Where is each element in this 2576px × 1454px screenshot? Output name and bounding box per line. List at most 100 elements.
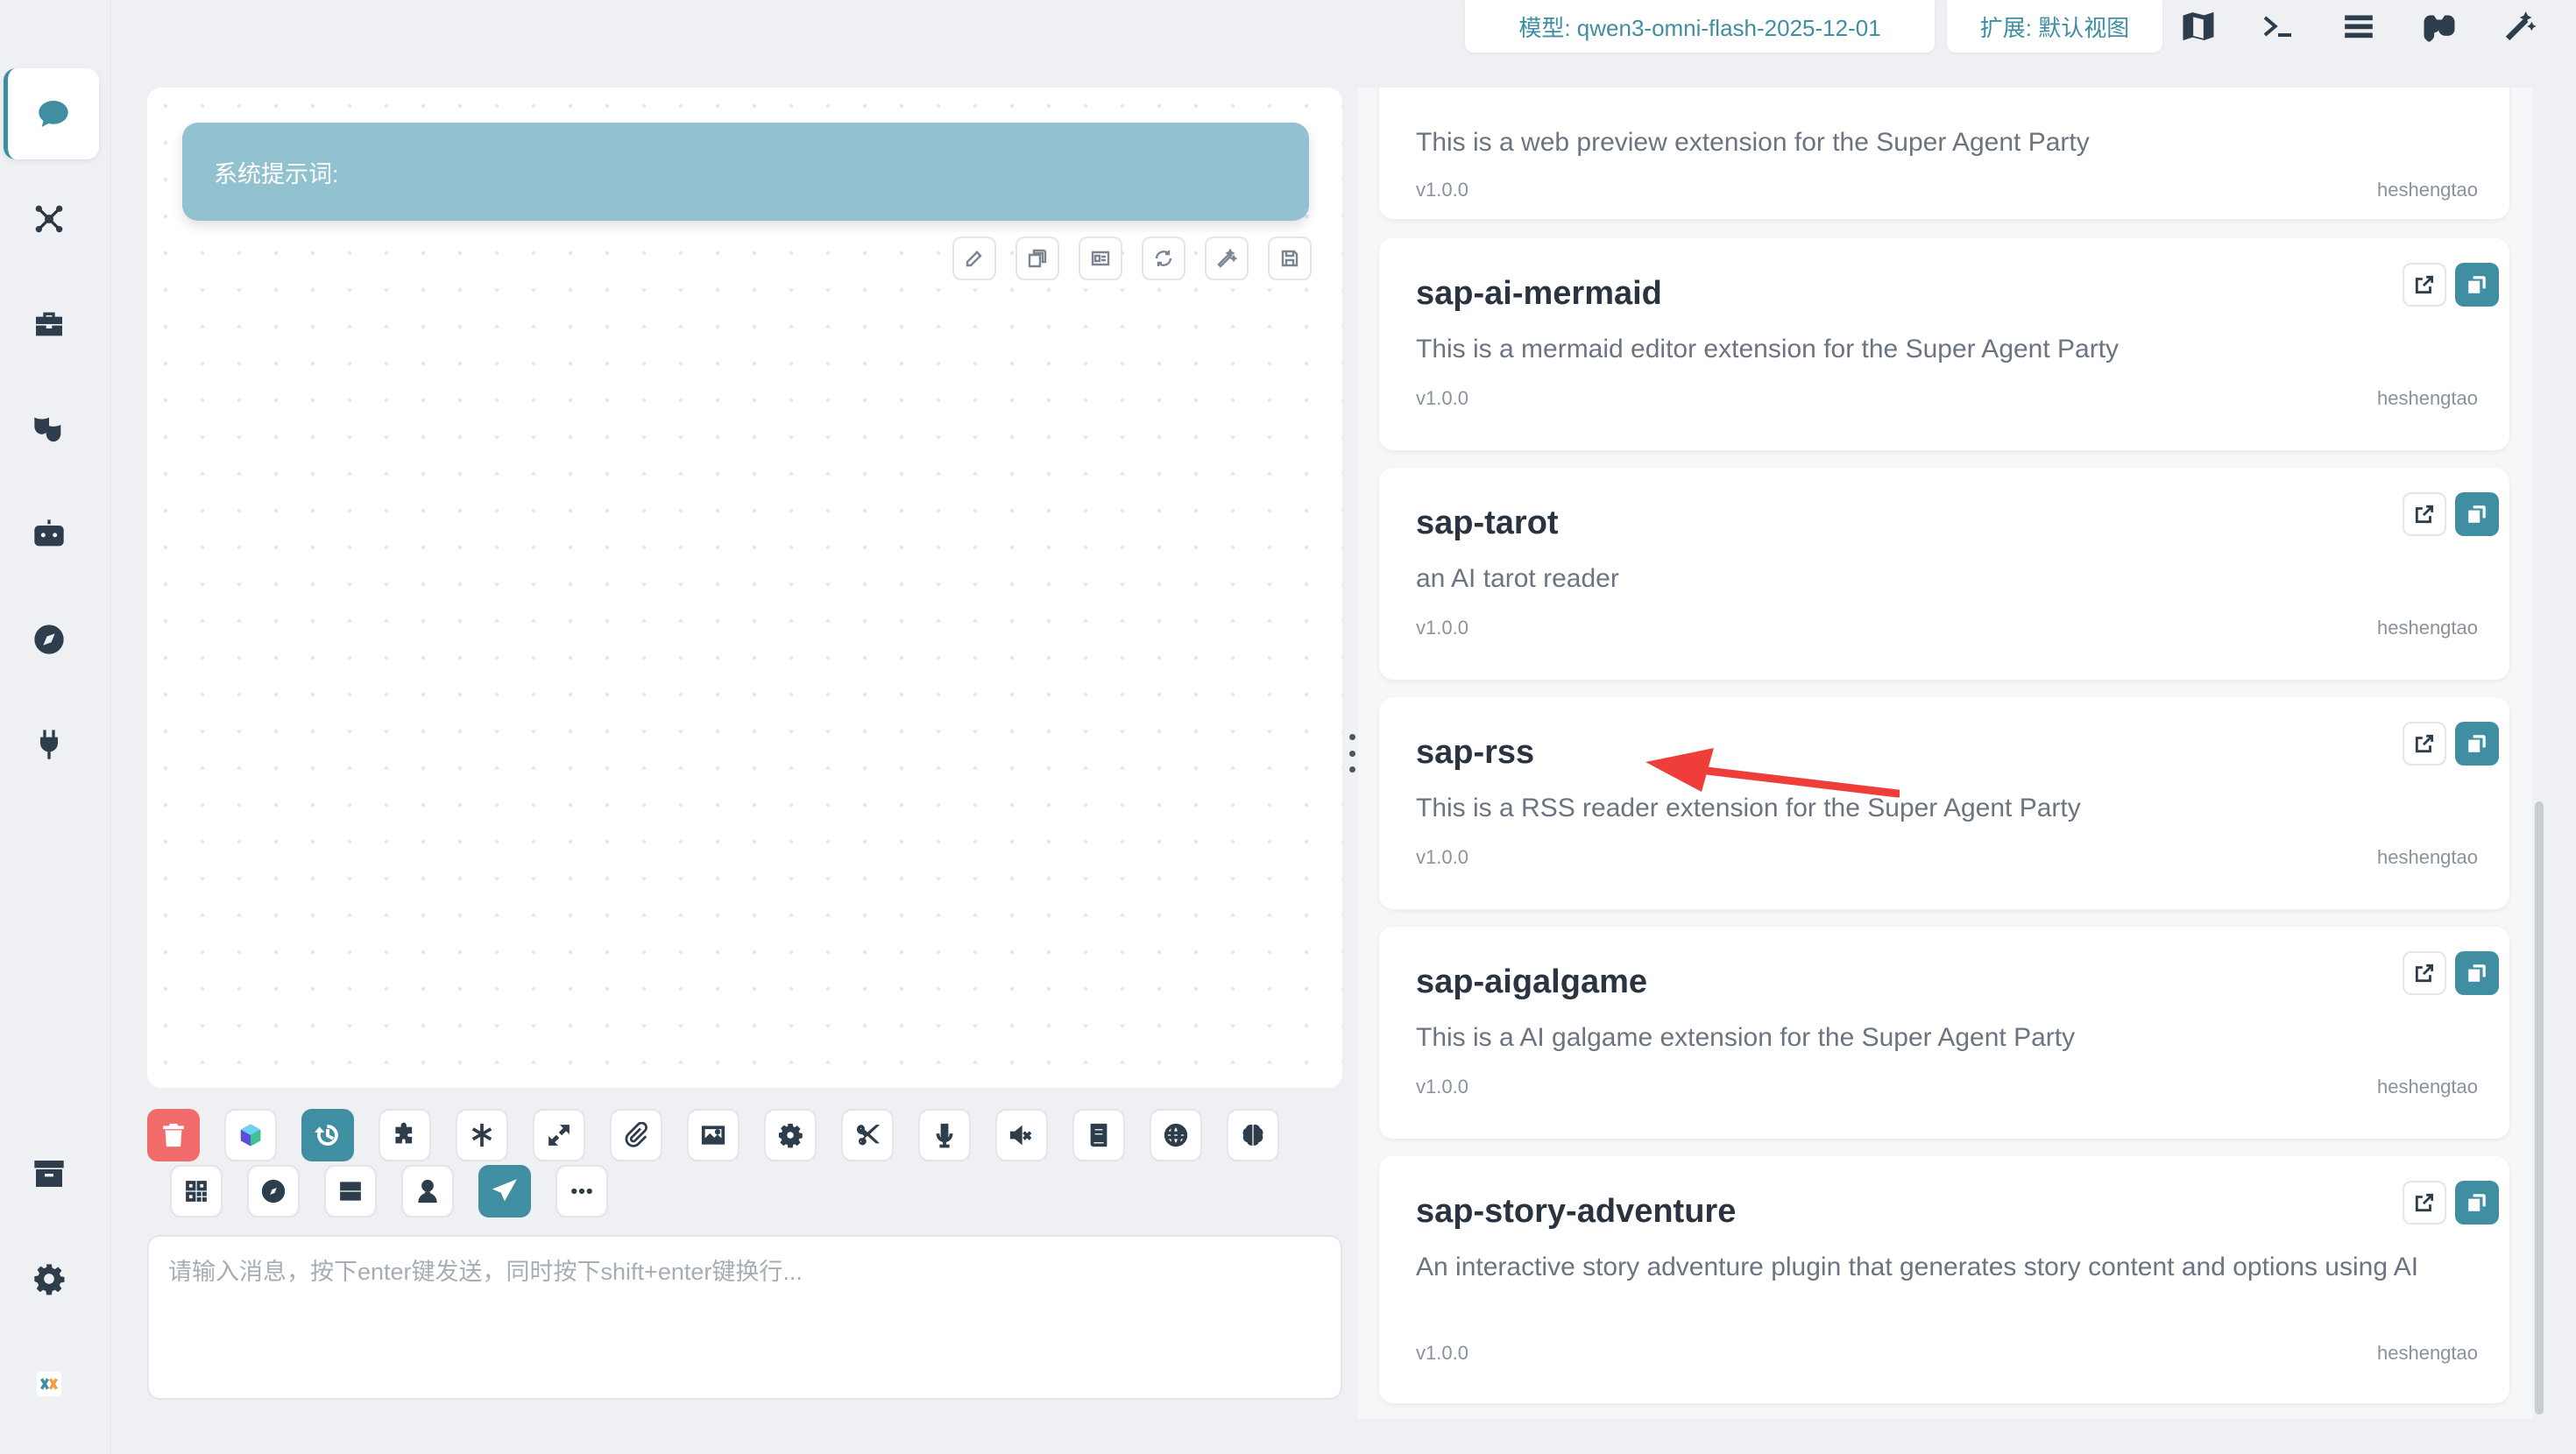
extension-version: v1.0.0 — [1416, 617, 1468, 639]
refresh-icon — [1153, 248, 1174, 269]
more-icon — [569, 1178, 595, 1204]
magic-wand-button[interactable] — [2492, 5, 2548, 47]
glasses-button[interactable] — [2411, 5, 2467, 47]
save-icon — [1279, 248, 1300, 269]
menu-button[interactable] — [2331, 5, 2387, 47]
extension-author: heshengtao — [2377, 387, 2478, 409]
id-card-icon — [1090, 248, 1111, 269]
external-link-icon — [2413, 273, 2436, 296]
message-input-placeholder: 请输入消息，按下enter键发送，同时按下shift+enter键换行... — [168, 1259, 803, 1285]
extension-name: sap-rss — [1416, 734, 1535, 771]
archive-icon — [32, 1156, 67, 1191]
attach-file-button[interactable] — [610, 1109, 662, 1161]
extension-card: sap-aigalgame This is a AI galgame exten… — [1379, 927, 2509, 1139]
model-tag[interactable]: 模型: qwen3-omni-flash-2025-12-01 — [1465, 0, 1935, 53]
server-button[interactable] — [324, 1165, 377, 1218]
network-icon — [32, 201, 67, 236]
message-input[interactable]: 请输入消息，按下enter键发送，同时按下shift+enter键换行... — [147, 1235, 1342, 1400]
save-prompt-button[interactable] — [1268, 236, 1312, 280]
extension-author: heshengtao — [2377, 1076, 2478, 1098]
magic-prompt-button[interactable] — [1205, 236, 1249, 280]
map-button[interactable] — [2170, 5, 2226, 47]
reasoning-button[interactable] — [1227, 1109, 1279, 1161]
history-button[interactable] — [301, 1109, 354, 1161]
image-icon — [700, 1122, 726, 1148]
extension-version: v1.0.0 — [1416, 387, 1468, 409]
terminal-button[interactable] — [2250, 5, 2306, 47]
web-search-button[interactable] — [1150, 1109, 1202, 1161]
agent-button[interactable] — [401, 1165, 454, 1218]
scrollbar-thumb[interactable] — [2535, 801, 2544, 1415]
system-prompt-label: 系统提示词: — [214, 160, 339, 187]
plugin-button[interactable] — [379, 1109, 431, 1161]
chat-bubble-icon — [36, 96, 71, 131]
extension-card: sap-ai-mermaid This is a mermaid editor … — [1379, 238, 2509, 450]
open-extension-button[interactable] — [2403, 263, 2446, 307]
qr-code-button[interactable] — [170, 1165, 223, 1218]
edit-prompt-button[interactable] — [952, 236, 996, 280]
nav-toolbox-button[interactable] — [4, 279, 95, 370]
extension-name: sap-story-adventure — [1416, 1193, 1737, 1230]
open-in-window-button[interactable] — [2455, 951, 2499, 995]
open-extension-button[interactable] — [2403, 492, 2446, 536]
send-button[interactable] — [478, 1165, 531, 1218]
model-logo-button[interactable] — [224, 1109, 277, 1161]
external-link-icon — [2413, 732, 2436, 755]
open-in-window-button[interactable] — [2455, 1181, 2499, 1225]
nav-roles-button[interactable] — [4, 384, 95, 475]
asterisk-button[interactable] — [456, 1109, 508, 1161]
extension-card: sap-rss This is a RSS reader extension f… — [1379, 697, 2509, 909]
nav-robot-button[interactable] — [4, 489, 95, 580]
knowledge-base-button[interactable] — [1072, 1109, 1125, 1161]
nav-explore-button[interactable] — [4, 594, 95, 685]
nav-chat-button[interactable] — [4, 68, 99, 159]
open-extension-button[interactable] — [2403, 722, 2446, 766]
globe-icon — [1163, 1122, 1189, 1148]
robot-icon — [32, 517, 67, 552]
server-icon — [337, 1178, 364, 1204]
extension-version: v1.0.0 — [1416, 1342, 1468, 1364]
explore-button[interactable] — [247, 1165, 300, 1218]
toolbox-icon — [32, 307, 67, 342]
open-in-window-button[interactable] — [2455, 492, 2499, 536]
more-button[interactable] — [556, 1165, 608, 1218]
magic-wand-icon — [1216, 248, 1237, 269]
copy-prompt-button[interactable] — [1016, 236, 1059, 280]
app-logo-button[interactable] — [4, 1338, 95, 1429]
clear-chat-button[interactable] — [147, 1109, 200, 1161]
nav-network-button[interactable] — [4, 173, 95, 265]
glasses-icon — [2422, 9, 2457, 44]
extension-description: This is a web preview extension for the … — [1416, 128, 2090, 157]
screenshot-button[interactable] — [841, 1109, 894, 1161]
extension-author: heshengtao — [2377, 846, 2478, 868]
splitter-handle[interactable] — [1347, 734, 1357, 773]
extension-description: An interactive story adventure plugin th… — [1416, 1253, 2419, 1281]
nav-archive-button[interactable] — [4, 1128, 95, 1219]
attach-image-button[interactable] — [687, 1109, 740, 1161]
open-extension-button[interactable] — [2403, 1181, 2446, 1225]
tool-settings-button[interactable] — [764, 1109, 817, 1161]
extension-card: sap-tarot an AI tarot reader v1.0.0 hesh… — [1379, 468, 2509, 680]
id-card-button[interactable] — [1079, 236, 1122, 280]
open-extension-button[interactable] — [2403, 951, 2446, 995]
external-link-icon — [2413, 503, 2436, 526]
app-logo-icon — [36, 1371, 62, 1397]
extension-author: heshengtao — [2377, 179, 2478, 201]
extension-version: v1.0.0 — [1416, 846, 1468, 868]
trash-icon — [160, 1122, 187, 1148]
scissors-icon — [854, 1122, 881, 1148]
extension-card: sap-story-adventure An interactive story… — [1379, 1156, 2509, 1403]
nav-plugins-button[interactable] — [4, 699, 95, 790]
mute-button[interactable] — [995, 1109, 1048, 1161]
extension-description: This is a mermaid editor extension for t… — [1416, 335, 2120, 364]
expand-button[interactable] — [533, 1109, 585, 1161]
extension-list-scrollbar[interactable] — [2532, 88, 2546, 1419]
microphone-button[interactable] — [918, 1109, 971, 1161]
open-in-window-button[interactable] — [2455, 263, 2499, 307]
system-prompt-bubble[interactable]: 系统提示词: — [182, 123, 1309, 221]
open-in-window-button[interactable] — [2455, 722, 2499, 766]
nav-settings-button[interactable] — [4, 1233, 95, 1324]
window-copy-icon — [2466, 1191, 2488, 1214]
refresh-prompt-button[interactable] — [1142, 236, 1185, 280]
extension-view-tag[interactable]: 扩展: 默认视图 — [1947, 0, 2162, 53]
